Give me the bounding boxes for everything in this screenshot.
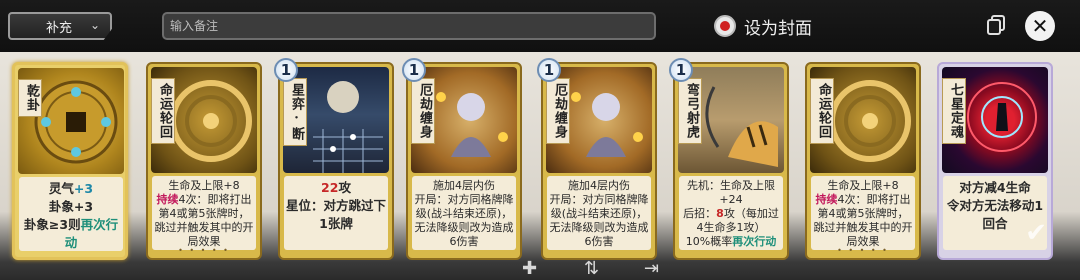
card-title: 命运轮回 <box>151 78 175 144</box>
card-wan-gong-she-hu[interactable]: 1 弯弓射虎 先机：生命及上限+24 后招：8攻（每加过4生命多1攻） 10%概率再… <box>669 58 789 260</box>
card-qi-xing-ding-hun[interactable]: 七星定魂 对方减4生命 令对方无法移动1回合 ✔ <box>937 62 1053 260</box>
card-ming-yun-lun-hui[interactable]: 命运轮回 生命及上限+8 持续4次：即将打出第4或第5张牌时，跳过并触发其中的开局… <box>805 62 921 260</box>
card-description: 生命及上限+8 持续4次：即将打出第4或第5张牌时，跳过并触发其中的开局效果 <box>152 176 256 250</box>
card-qian-gua[interactable]: 乾卦 灵气+3 卦象+3 卦象≥3则再次行动 <box>12 62 128 260</box>
add-icon[interactable]: ✚ <box>522 260 537 278</box>
card-description: 22攻 星位：对方跳过下1张牌 <box>284 176 388 250</box>
copy-icon[interactable] <box>986 14 1006 36</box>
sort-icon[interactable]: ⇅ <box>584 260 599 278</box>
set-cover-label: 设为封面 <box>744 18 812 39</box>
card-footer-dots: • • • • • <box>178 246 230 255</box>
card-description: 施加4层内伤 开局：对方同格牌降级(战斗结束还原)，无法降级则改为造成6伤害 <box>412 176 516 250</box>
card-cost: 1 <box>402 58 426 82</box>
close-icon[interactable]: ✕ <box>1025 11 1055 41</box>
card-title: 弯弓射虎 <box>678 78 702 144</box>
card-title: 命运轮回 <box>810 78 834 144</box>
check-icon: ✔ <box>1025 218 1047 248</box>
chevron-down-icon: ⌄ <box>89 18 100 32</box>
category-dropdown[interactable]: 补充 ⌄ <box>8 12 112 40</box>
card-title: 厄劫缠身 <box>546 78 570 144</box>
card-title: 乾卦 <box>18 79 42 117</box>
card-xing-yi-duan[interactable]: 1 星弈·断 22攻 星位：对方跳过下1张牌 <box>274 58 394 260</box>
card-title: 星弈·断 <box>283 78 307 146</box>
cover-record-icon <box>714 15 736 37</box>
bottom-actions: ✚ ⇅ ⇥ <box>0 258 1080 280</box>
card-e-jie-chan-shen[interactable]: 1 厄劫缠身 施加4层内伤 开局：对方同格牌降级(战斗结束还原)，无法降级则改为造… <box>537 58 657 260</box>
card-description: 灵气+3 卦象+3 卦象≥3则再次行动 <box>19 177 123 251</box>
card-description: 生命及上限+8 持续4次：即将打出第4或第5张牌时，跳过并触发其中的开局效果 <box>811 176 915 250</box>
export-icon[interactable]: ⇥ <box>644 260 659 278</box>
card-title: 厄劫缠身 <box>411 78 435 144</box>
card-ming-yun-lun-hui[interactable]: 命运轮回 生命及上限+8 持续4次：即将打出第4或第5张牌时，跳过并触发其中的开局… <box>146 62 262 260</box>
card-description: 施加4层内伤 开局：对方同格牌降级(战斗结束还原)，无法降级则改为造成6伤害 <box>547 176 651 250</box>
card-cost: 1 <box>537 58 561 82</box>
card-footer-dots: • • • • • <box>837 246 889 255</box>
note-input[interactable] <box>162 12 656 40</box>
card-description: 先机：生命及上限+24 后招：8攻（每加过4生命多1攻） 10%概率再次行动 <box>679 176 783 250</box>
card-e-jie-chan-shen[interactable]: 1 厄劫缠身 施加4层内伤 开局：对方同格牌降级(战斗结束还原)，无法降级则改为造… <box>402 58 522 260</box>
card-cost: 1 <box>274 58 298 82</box>
set-cover-button[interactable]: 设为封面 <box>714 10 812 42</box>
category-label: 补充 <box>46 20 73 36</box>
card-cost: 1 <box>669 58 693 82</box>
card-title: 七星定魂 <box>942 78 966 144</box>
